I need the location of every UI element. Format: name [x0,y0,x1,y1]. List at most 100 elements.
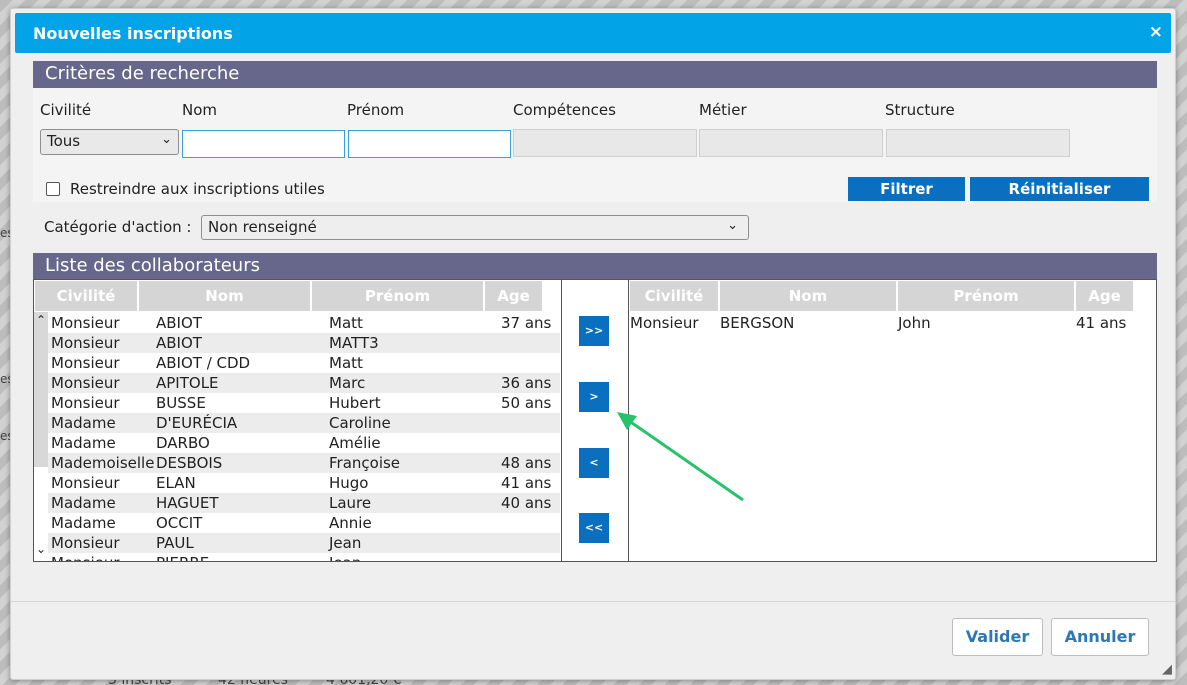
dialog-title: Nouvelles inscriptions [33,24,233,43]
cell-prenom: John [898,314,931,332]
cell-nom: ABIOT / CDD [156,354,251,372]
cell-prenom: Hugo [329,474,369,492]
cell-prenom: Jean [329,534,362,552]
prenom-input[interactable] [348,130,511,158]
cell-age: 41 ans [501,474,552,492]
filter-button[interactable]: Filtrer [848,177,965,201]
cell-prenom: Matt [329,354,363,372]
table-row[interactable]: Madame HAGUET Laure 40 ans [48,493,560,513]
resize-grip-icon[interactable]: ◢ [1162,662,1172,677]
add-all-button[interactable]: >> [579,316,609,346]
cell-nom: PAUL [156,534,194,552]
column-header-civilite[interactable]: Civilité [630,281,718,311]
chevron-down-icon: ⌄ [161,132,172,147]
remove-all-button[interactable]: << [579,513,609,543]
nom-input[interactable] [182,130,345,158]
structure-input[interactable] [886,129,1070,157]
cell-age: 48 ans [501,454,552,472]
close-icon[interactable]: × [1149,22,1163,42]
table-row[interactable]: Monsieur BUSSE Hubert 50 ans [48,393,560,413]
cell-prenom: Matt [329,314,363,332]
available-collaborators-list[interactable]: Civilité Nom Prénom Age ⌃ ⌄ Monsieur ABIO… [33,279,562,562]
table-row[interactable]: Monsieur PAUL Jean [48,533,560,553]
civilite-label: Civilité [40,101,92,119]
competences-label: Compétences [513,101,616,119]
table-row[interactable]: Monsieur BERGSON John 41 ans [630,313,1134,333]
restrict-checkbox[interactable] [46,182,60,196]
cell-civilite: Madame [51,434,116,452]
cell-age: 37 ans [501,314,552,332]
cell-age: 41 ans [1076,314,1127,332]
chevron-up-icon[interactable]: ⌃ [36,313,46,327]
cell-civilite: Madame [51,514,116,532]
search-criteria-panel: Civilité Nom Prénom Compétences Métier S… [33,88,1157,202]
prenom-label: Prénom [347,101,405,119]
remove-button[interactable]: < [579,448,609,478]
cell-nom: ABIOT [156,314,202,332]
reset-button[interactable]: Réinitialiser [970,177,1149,201]
add-button[interactable]: > [579,382,609,412]
chevron-down-icon[interactable]: ⌄ [36,542,46,556]
cell-nom: ELAN [156,474,196,492]
cell-prenom: MATT3 [329,334,379,352]
column-header-age[interactable]: Age [1076,281,1133,311]
cell-nom: D'EURÉCIA [156,414,238,432]
cell-civilite: Monsieur [51,334,120,352]
cell-nom: DARBO [156,434,210,452]
cell-prenom: Laure [329,494,372,512]
table-row[interactable]: Mademoiselle DESBOIS Françoise 48 ans [48,453,560,473]
cell-civilite: Monsieur [51,553,120,561]
metier-label: Métier [699,101,747,119]
cell-nom: OCCIT [156,514,203,532]
validate-button[interactable]: Valider [952,618,1043,656]
table-row[interactable]: Madame OCCIT Annie [48,513,560,533]
cell-nom: PIERRE [156,553,209,561]
dialog-titlebar: Nouvelles inscriptions × [15,13,1171,53]
column-header-prenom[interactable]: Prénom [312,281,483,311]
cancel-button[interactable]: Annuler [1051,618,1149,656]
table-row[interactable]: Monsieur ELAN Hugo 41 ans [48,473,560,493]
column-header-civilite[interactable]: Civilité [35,281,137,311]
cell-nom: DESBOIS [156,454,223,472]
cell-civilite: Monsieur [630,314,699,332]
search-criteria-header: Critères de recherche [33,61,1157,88]
cell-civilite: Madame [51,494,116,512]
cell-civilite: Monsieur [51,354,120,372]
column-header-nom[interactable]: Nom [720,281,896,311]
civilite-select[interactable]: Tous ⌄ [40,129,179,155]
cell-prenom: Annie [329,514,372,532]
cell-prenom: Marc [329,374,366,392]
cell-civilite: Monsieur [51,474,120,492]
column-header-prenom[interactable]: Prénom [898,281,1074,311]
cell-nom: BERGSON [720,314,795,332]
cell-age: 36 ans [501,374,552,392]
table-row[interactable]: Madame D'EURÉCIA Caroline [48,413,560,433]
annotation-arrow-icon [617,412,744,502]
cell-nom: HAGUET [156,494,219,512]
table-row[interactable]: Monsieur ABIOT Matt 37 ans [48,313,560,333]
table-row[interactable]: Monsieur APITOLE Marc 36 ans [48,373,560,393]
action-category-label: Catégorie d'action : [44,218,192,236]
structure-label: Structure [885,101,955,119]
table-row[interactable]: Monsieur ABIOT / CDD Matt [48,353,560,373]
cell-prenom: Hubert [329,394,381,412]
nom-label: Nom [182,101,218,119]
chevron-down-icon: ⌄ [727,218,738,233]
cell-civilite: Mademoiselle [51,454,155,472]
cell-nom: ABIOT [156,334,202,352]
table-row[interactable]: Madame DARBO Amélie [48,433,560,453]
metier-input[interactable] [699,129,883,157]
table-row[interactable]: Monsieur PIERRE Jean [48,553,560,561]
column-header-nom[interactable]: Nom [139,281,310,311]
cell-age: 40 ans [501,494,552,512]
table-row[interactable]: Monsieur ABIOT MATT3 [48,333,560,353]
cell-nom: BUSSE [156,394,206,412]
cell-nom: APITOLE [156,374,219,392]
collaborators-list-header: Liste des collaborateurs [33,253,1157,280]
action-category-value: Non renseigné [208,218,317,236]
column-header-age[interactable]: Age [485,281,542,311]
competences-input[interactable] [513,129,697,157]
list-scrollbar[interactable] [34,312,48,467]
cell-prenom: Caroline [329,414,391,432]
action-category-select[interactable]: Non renseigné ⌄ [201,215,749,240]
